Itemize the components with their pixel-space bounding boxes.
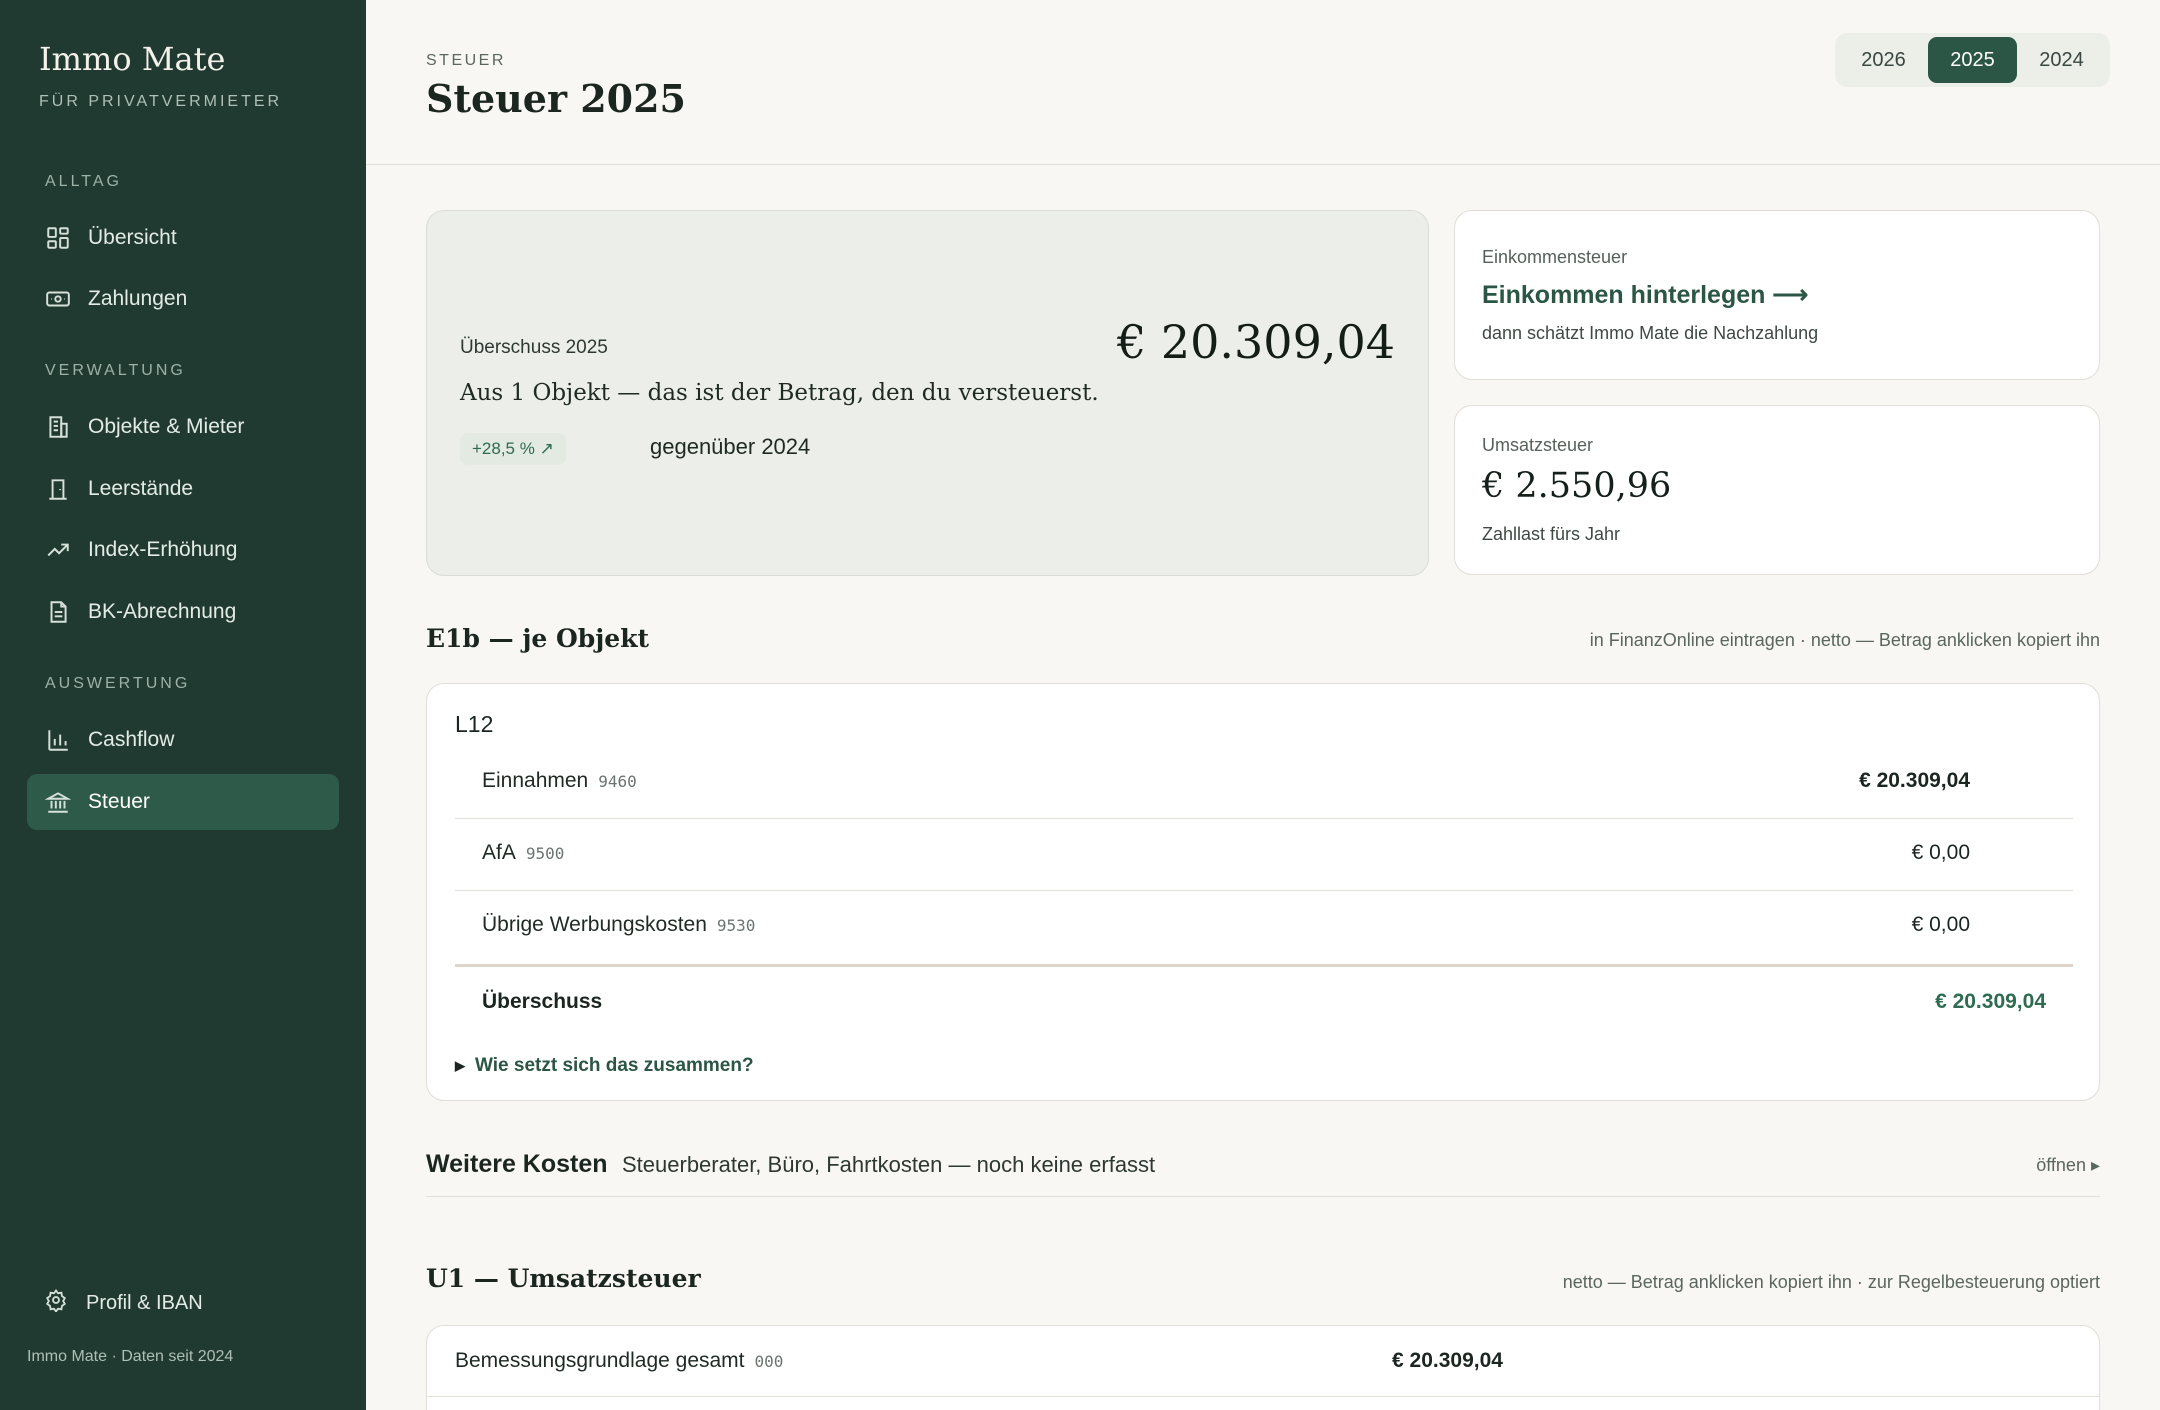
surplus-description: Aus 1 Objekt — das ist der Betrag, den d… bbox=[460, 380, 1099, 406]
cash-icon bbox=[45, 286, 71, 312]
income-tax-note: dann schätzt Immo Mate die Nachzahlung bbox=[1482, 323, 1819, 343]
building-icon bbox=[45, 414, 71, 440]
brand-tagline: FÜR PRIVATVERMIETER bbox=[39, 93, 283, 110]
total-value[interactable]: € 20.309,04 bbox=[1935, 990, 2046, 1014]
more-costs-title: Weitere Kosten bbox=[426, 1150, 608, 1178]
vat-note: Zahllast fürs Jahr bbox=[1482, 524, 1621, 544]
row-label: Bemessungsgrundlage gesamt 000 bbox=[455, 1349, 784, 1372]
row-code: 9460 bbox=[598, 772, 637, 791]
year-button-2026[interactable]: 2026 bbox=[1839, 37, 1928, 83]
page-title: Steuer 2025 bbox=[426, 76, 686, 121]
brand-name: Immo Mate bbox=[39, 40, 226, 78]
e1b-title: E1b — je Objekt bbox=[426, 624, 650, 653]
surplus-card: Überschuss 2025 € 20.309,04 Aus 1 Objekt… bbox=[426, 210, 1429, 576]
profile-iban-link[interactable]: Profil & IBAN bbox=[44, 1288, 203, 1318]
sidebar-item-bk-abrechnung[interactable]: BK-Abrechnung bbox=[27, 584, 339, 640]
header-divider bbox=[366, 164, 2160, 165]
row-value[interactable]: € 20.309,04 bbox=[1392, 1349, 1503, 1373]
breadcrumb: STEUER bbox=[426, 52, 506, 69]
triangle-right-icon: ▶ bbox=[455, 1058, 465, 1073]
sidebar-item-uebersicht[interactable]: Übersicht bbox=[27, 210, 339, 266]
surplus-amount: € 20.309,04 bbox=[1117, 315, 1395, 369]
table-row: Bemessungsgrundlage gesamt 000 € 20.309,0… bbox=[427, 1326, 2099, 1397]
row-code: 9530 bbox=[716, 916, 756, 935]
breakdown-toggle[interactable]: ▶ Wie setzt sich das zusammen? bbox=[455, 1055, 754, 1077]
sidebar-item-label: Zahlungen bbox=[88, 287, 188, 310]
document-icon bbox=[45, 599, 71, 625]
profile-iban-label: Profil & IBAN bbox=[86, 1291, 203, 1314]
sidebar-item-label: Cashflow bbox=[88, 728, 175, 751]
main-content: STEUER Steuer 2025 2026 2025 2024 Übersc… bbox=[366, 0, 2160, 1410]
sidebar-item-index-erhoehung[interactable]: Index-Erhöhung bbox=[27, 522, 339, 578]
sidebar-item-label: Objekte & Mieter bbox=[88, 415, 245, 438]
surplus-label: Überschuss 2025 bbox=[460, 337, 608, 358]
nav-section-verwaltung: VERWALTUNG bbox=[45, 362, 186, 379]
u1-card: Bemessungsgrundlage gesamt 000 € 20.309,0… bbox=[426, 1325, 2100, 1410]
sidebar-meta: Immo Mate · Daten seit 2024 bbox=[27, 1348, 234, 1365]
table-row: AfA 9500 € 0,00 bbox=[455, 819, 2073, 891]
row-code: 9500 bbox=[525, 844, 565, 863]
vat-value: € 2.550,96 bbox=[1482, 466, 1672, 506]
table-row: Einnahmen 9460 € 20.309,04 bbox=[455, 747, 2073, 819]
sidebar-item-leerstaende[interactable]: Leerstände bbox=[27, 461, 339, 517]
sidebar-item-label: Index-Erhöhung bbox=[88, 538, 238, 561]
vat-card: Umsatzsteuer € 2.550,96 Zahllast fürs Ja… bbox=[1454, 405, 2100, 575]
bar-chart-icon bbox=[45, 727, 71, 753]
row-value[interactable]: € 0,00 bbox=[1912, 913, 1970, 937]
u1-note: netto — Betrag anklicken kopiert ihn · z… bbox=[1562, 1272, 2100, 1292]
u1-title: U1 — Umsatzsteuer bbox=[426, 1264, 701, 1293]
row-value[interactable]: € 0,00 bbox=[1912, 841, 1970, 865]
add-income-link[interactable]: Einkommen hinterlegen ⟶ bbox=[1482, 280, 1808, 310]
table-row: Übrige Werbungskosten 9530 € 0,00 bbox=[455, 891, 2073, 963]
nav-section-auswertung: AUSWERTUNG bbox=[45, 675, 191, 692]
sidebar-item-label: Leerstände bbox=[88, 477, 194, 500]
e1b-note: in FinanzOnline eintragen · netto — Betr… bbox=[1589, 630, 2100, 650]
income-tax-card: Einkommensteuer Einkommen hinterlegen ⟶ … bbox=[1454, 210, 2100, 380]
more-costs-description: Steuerberater, Büro, Fahrtkosten — noch … bbox=[622, 1152, 1156, 1177]
door-icon bbox=[45, 476, 71, 502]
breakdown-toggle-label: Wie setzt sich das zusammen? bbox=[475, 1055, 754, 1076]
vat-label: Umsatzsteuer bbox=[1482, 435, 1594, 455]
sidebar-item-label: Steuer bbox=[88, 790, 150, 813]
nav-section-alltag: ALLTAG bbox=[45, 173, 122, 190]
more-costs-row[interactable]: Weitere Kosten Steuerberater, Büro, Fahr… bbox=[426, 1140, 2100, 1197]
year-switch: 2026 2025 2024 bbox=[1835, 33, 2110, 87]
object-name: L12 bbox=[455, 711, 494, 737]
sidebar-item-zahlungen[interactable]: Zahlungen bbox=[27, 271, 339, 327]
year-button-2025[interactable]: 2025 bbox=[1928, 37, 2017, 83]
row-value[interactable]: € 20.309,04 bbox=[1859, 769, 1970, 793]
sidebar: Immo Mate FÜR PRIVATVERMIETER ALLTAG Übe… bbox=[0, 0, 366, 1410]
row-label: Übrige Werbungskosten 9530 bbox=[482, 913, 756, 936]
trend-up-icon bbox=[45, 537, 71, 563]
sidebar-item-cashflow[interactable]: Cashflow bbox=[27, 712, 339, 768]
sidebar-item-steuer[interactable]: Steuer bbox=[27, 774, 339, 830]
sidebar-item-label: BK-Abrechnung bbox=[88, 600, 237, 623]
sidebar-item-objekte[interactable]: Objekte & Mieter bbox=[27, 399, 339, 455]
more-costs-open[interactable]: öffnen ▸ bbox=[2036, 1155, 2100, 1176]
grid-icon bbox=[45, 225, 71, 251]
sidebar-item-label: Übersicht bbox=[88, 226, 177, 249]
e1b-card: L12 Einnahmen 9460 € 20.309,04 AfA 9500 € … bbox=[426, 683, 2100, 1101]
gear-icon bbox=[44, 1288, 86, 1318]
income-tax-label: Einkommensteuer bbox=[1482, 247, 1628, 267]
row-code: 000 bbox=[754, 1352, 784, 1371]
total-divider bbox=[455, 964, 2073, 967]
bank-icon bbox=[45, 789, 71, 815]
change-compare-text: gegenüber 2024 bbox=[650, 434, 811, 459]
change-badge: +28,5 % ↗ bbox=[460, 433, 566, 465]
row-label: Einnahmen 9460 bbox=[482, 769, 637, 792]
row-label: AfA 9500 bbox=[482, 841, 565, 864]
total-label: Überschuss bbox=[482, 990, 603, 1013]
year-button-2024[interactable]: 2024 bbox=[2017, 37, 2106, 83]
